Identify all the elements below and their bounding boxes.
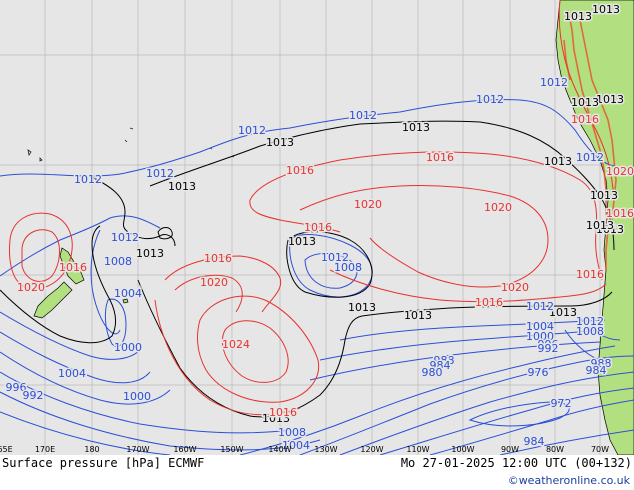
isobar-label-low: 1012 — [526, 300, 554, 313]
isobar-label-1013: 1013 — [168, 180, 196, 193]
isobar-label-high: 1016 — [571, 113, 599, 126]
longitude-label: 170E — [35, 445, 55, 454]
isobar-label-low: 984 — [524, 435, 545, 448]
isobar-label-low: 1004 — [58, 367, 86, 380]
isobar-label-low: 1008 — [334, 261, 362, 274]
isobar-label-high: 1020 — [354, 198, 382, 211]
isobar-label-1013: 1013 — [348, 301, 376, 314]
isobar-label-low: 1012 — [576, 151, 604, 164]
longitude-label: 150W — [220, 445, 243, 454]
isobar-label-low: 1008 — [104, 255, 132, 268]
isobar-label-low: 1012 — [349, 109, 377, 122]
longitude-label: 100W — [451, 445, 474, 454]
isobar-label-1013: 1013 — [586, 219, 614, 232]
isobar-label-high: 1016 — [286, 164, 314, 177]
isobar-label-low: 992 — [23, 389, 44, 402]
isobar-label-low: 984 — [586, 364, 607, 377]
longitude-label: 170W — [126, 445, 149, 454]
longitude-label: 180 — [84, 445, 99, 454]
isobar-label-low: 992 — [538, 342, 559, 355]
isobar-label-high: 1020 — [484, 201, 512, 214]
longitude-label: 65E — [0, 445, 13, 454]
isobar-label-low: 1008 — [278, 426, 306, 439]
isobar-label-high: 1016 — [59, 261, 87, 274]
isobar-label-low: 1012 — [476, 93, 504, 106]
isobar-label-high: 1020 — [200, 276, 228, 289]
longitude-label: 110W — [406, 445, 429, 454]
chart-title: Surface pressure [hPa] ECMWF — [2, 456, 205, 470]
isobar-label-1013: 1013 — [136, 247, 164, 260]
isobar-label-1013: 1013 — [596, 93, 624, 106]
isobar-label-low: 1000 — [114, 341, 142, 354]
isobar-label-low: 1012 — [74, 173, 102, 186]
isobar-label-high: 1016 — [576, 268, 604, 281]
surface-pressure-map: 1013101310131013101310131013101310131013… — [0, 0, 634, 455]
isobar-label-low: 972 — [551, 397, 572, 410]
isobar-label-1013: 1013 — [592, 3, 620, 16]
credit-link[interactable]: ©weatheronline.co.uk — [508, 474, 630, 487]
isobar-label-low: 976 — [528, 366, 549, 379]
isobar-label-low: 1004 — [114, 287, 142, 300]
isobar-label-low: 1000 — [123, 390, 151, 403]
isobar-label-high: 1016 — [269, 406, 297, 419]
longitude-label: 160W — [173, 445, 196, 454]
isobar-label-1013: 1013 — [404, 309, 432, 322]
longitude-label: 120W — [360, 445, 383, 454]
longitude-label: 70W — [591, 445, 609, 454]
isobar-label-1013: 1013 — [266, 136, 294, 149]
isobar-label-1013: 1013 — [402, 121, 430, 134]
isobar-label-1013: 1013 — [288, 235, 316, 248]
weather-map-page: 1013 1013 1013 1013 1013 1013 1013 1013 1013 1013… — [0, 0, 634, 490]
isobar-label-low: 1012 — [540, 76, 568, 89]
isobar-label-high: 1016 — [304, 221, 332, 234]
isobar-label-1013: 1013 — [564, 10, 592, 23]
map-footer: Surface pressure [hPa] ECMWF Mo 27-01-20… — [0, 455, 634, 490]
isobar-label-high: 1020 — [17, 281, 45, 294]
longitude-label: 90W — [501, 445, 519, 454]
isobar-label-low: 1012 — [146, 167, 174, 180]
isobar-label-low: 1008 — [576, 325, 604, 338]
isobar-label-high: 1016 — [475, 296, 503, 309]
isobar-label-1013: 1013 — [544, 155, 572, 168]
isobar-label-low: 1012 — [238, 124, 266, 137]
isobar-label-high: 1020 — [606, 165, 634, 178]
longitude-label: 140W — [268, 445, 291, 454]
isobar-label-high: 1020 — [501, 281, 529, 294]
isobar-label-high: 1024 — [222, 338, 250, 351]
isobar-label-high: 1016 — [606, 207, 634, 220]
isobar-label-low: 980 — [422, 366, 443, 379]
longitude-label: 80W — [546, 445, 564, 454]
isobar-label-1013: 1013 — [571, 96, 599, 109]
isobar-label-high: 1016 — [204, 252, 232, 265]
isobar-label-high: 1016 — [426, 151, 454, 164]
isobar-label-low: 1012 — [111, 231, 139, 244]
isobar-label-1013: 1013 — [590, 189, 618, 202]
valid-time: Mo 27-01-2025 12:00 UTC (00+132) — [400, 456, 632, 470]
longitude-label: 130W — [314, 445, 337, 454]
